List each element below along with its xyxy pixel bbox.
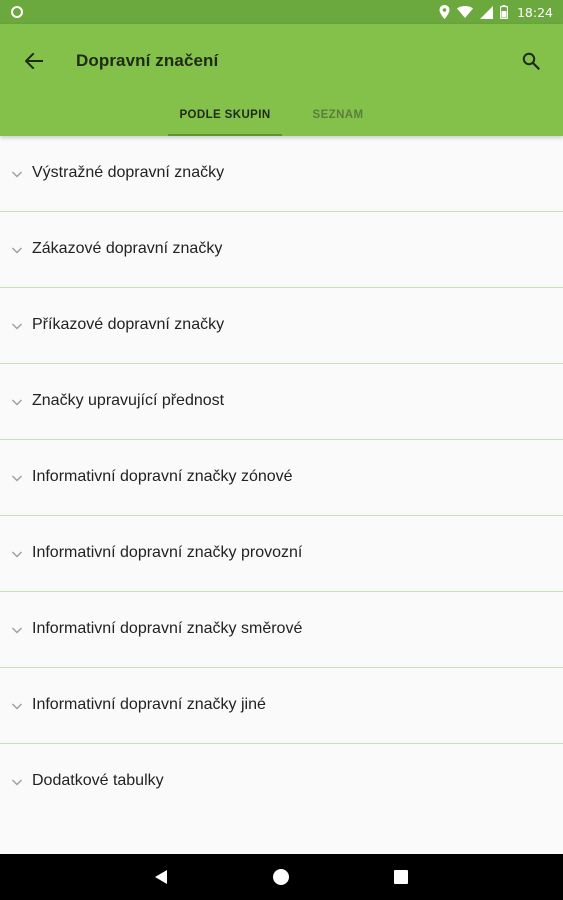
group-item-vystrazne[interactable]: Výstražné dopravní značky <box>0 136 563 212</box>
group-label: Zákazové dopravní značky <box>32 240 223 257</box>
group-label: Značky upravující přednost <box>32 392 225 409</box>
tab-podle-skupin[interactable]: PODLE SKUPIN <box>168 94 282 136</box>
group-item-jine[interactable]: Informativní dopravní značky jiné <box>0 668 563 744</box>
system-nav-bar <box>0 854 563 900</box>
group-item-prednost[interactable]: Značky upravující přednost <box>0 364 563 440</box>
tab-seznam[interactable]: SEZNAM <box>282 94 394 136</box>
nav-recents-button[interactable] <box>376 854 426 900</box>
tab-bar: PODLE SKUPIN SEZNAM <box>168 94 394 136</box>
nav-home-button[interactable] <box>256 854 306 900</box>
app-screen: 18:24 Dopravní značení PODLE SKUPIN SEZN… <box>0 0 563 900</box>
chevron-down-icon <box>12 247 22 254</box>
nav-home-icon <box>273 869 289 885</box>
search-button[interactable] <box>511 46 551 76</box>
nav-back-button[interactable] <box>136 854 186 900</box>
group-item-provozni[interactable]: Informativní dopravní značky provozní <box>0 516 563 592</box>
group-label: Informativní dopravní značky směrové <box>32 620 303 637</box>
group-item-prikazove[interactable]: Příkazové dopravní značky <box>0 288 563 364</box>
nav-recents-icon <box>394 870 408 884</box>
group-label: Informativní dopravní značky jiné <box>32 696 266 713</box>
group-item-dodatkove[interactable]: Dodatkové tabulky <box>0 744 563 820</box>
group-label: Dodatkové tabulky <box>32 772 164 789</box>
page-title: Dopravní značení <box>76 51 219 70</box>
chevron-down-icon <box>12 627 22 634</box>
group-label: Informativní dopravní značky zónové <box>32 468 293 485</box>
battery-icon <box>499 5 508 19</box>
app-bar: Dopravní značení PODLE SKUPIN SEZNAM <box>0 24 563 136</box>
nav-back-icon <box>155 870 167 884</box>
arrow-back-icon <box>25 53 43 69</box>
chevron-down-icon <box>12 323 22 330</box>
group-label: Příkazové dopravní značky <box>32 316 225 333</box>
chevron-down-icon <box>12 171 22 178</box>
wifi-icon <box>456 6 473 18</box>
status-time: 18:24 <box>516 4 553 20</box>
chevron-down-icon <box>12 779 22 786</box>
group-label: Informativní dopravní značky provozní <box>32 544 303 561</box>
chevron-down-icon <box>12 399 22 406</box>
tab-label: PODLE SKUPIN <box>179 109 271 121</box>
chevron-down-icon <box>12 703 22 710</box>
status-bar: 18:24 <box>0 0 563 24</box>
group-item-zonove[interactable]: Informativní dopravní značky zónové <box>0 440 563 516</box>
tab-indicator <box>168 134 282 136</box>
back-button[interactable] <box>14 46 54 76</box>
group-item-zakazove[interactable]: Zákazové dopravní značky <box>0 212 563 288</box>
chevron-down-icon <box>12 475 22 482</box>
group-item-smerove[interactable]: Informativní dopravní značky směrové <box>0 592 563 668</box>
group-list: Výstražné dopravní značky Zákazové dopra… <box>0 136 563 854</box>
chevron-down-icon <box>12 551 22 558</box>
location-icon <box>439 5 450 19</box>
tab-label: SEZNAM <box>312 109 364 121</box>
signal-icon <box>479 5 493 19</box>
search-icon <box>522 52 540 70</box>
group-label: Výstražné dopravní značky <box>32 164 225 181</box>
circle-notification-icon <box>11 6 23 18</box>
